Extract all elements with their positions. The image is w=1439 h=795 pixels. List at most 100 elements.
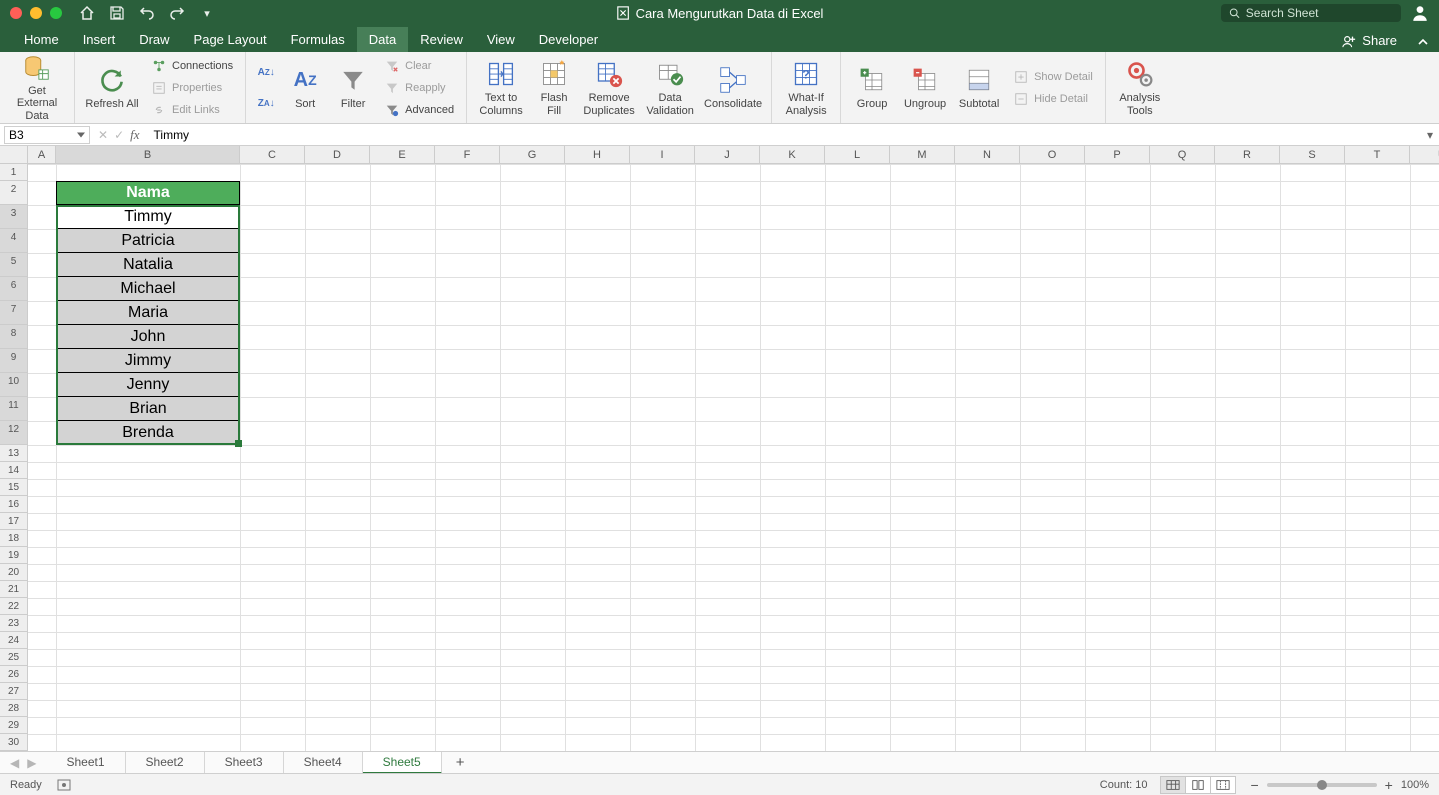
normal-view-button[interactable] xyxy=(1160,776,1186,794)
macro-record-icon[interactable] xyxy=(56,777,72,793)
expand-formula-bar-icon[interactable]: ▾ xyxy=(1421,128,1439,142)
sheet-tab-sheet2[interactable]: Sheet2 xyxy=(126,752,205,774)
cancel-formula-icon[interactable]: ✕ xyxy=(98,128,108,142)
col-header-N[interactable]: N xyxy=(955,146,1020,164)
col-header-F[interactable]: F xyxy=(435,146,500,164)
search-sheet[interactable] xyxy=(1221,4,1401,22)
col-header-H[interactable]: H xyxy=(565,146,630,164)
table-row[interactable]: Brian xyxy=(56,397,240,421)
analysis-tools-button[interactable]: Analysis Tools xyxy=(1114,56,1166,120)
col-header-G[interactable]: G xyxy=(500,146,565,164)
text-to-columns-button[interactable]: Text to Columns xyxy=(475,56,527,120)
sort-desc-button[interactable]: ZA↓ xyxy=(254,93,278,113)
col-header-B[interactable]: B xyxy=(56,146,240,164)
row-header-14[interactable]: 14 xyxy=(0,462,28,479)
row-header-15[interactable]: 15 xyxy=(0,479,28,496)
col-header-O[interactable]: O xyxy=(1020,146,1085,164)
remove-duplicates-button[interactable]: Remove Duplicates xyxy=(581,56,637,120)
account-icon[interactable] xyxy=(1411,4,1429,22)
zoom-slider[interactable] xyxy=(1267,783,1377,787)
table-row[interactable]: Timmy xyxy=(56,205,240,229)
table-row[interactable]: Michael xyxy=(56,277,240,301)
table-row[interactable]: Jimmy xyxy=(56,349,240,373)
table-row[interactable]: Natalia xyxy=(56,253,240,277)
row-header-30[interactable]: 30 xyxy=(0,734,28,751)
table-header[interactable]: Nama xyxy=(56,181,240,205)
row-header-10[interactable]: 10 xyxy=(0,373,28,397)
table-row[interactable]: Jenny xyxy=(56,373,240,397)
ungroup-button[interactable]: Ungroup xyxy=(901,56,949,120)
table-row[interactable]: Brenda xyxy=(56,421,240,445)
row-header-1[interactable]: 1 xyxy=(0,164,28,181)
row-header-20[interactable]: 20 xyxy=(0,564,28,581)
sheet-tab-sheet4[interactable]: Sheet4 xyxy=(284,752,363,774)
refresh-all-button[interactable]: Refresh All xyxy=(83,56,141,120)
sheet-tab-sheet1[interactable]: Sheet1 xyxy=(46,752,125,774)
tab-insert[interactable]: Insert xyxy=(71,27,128,52)
row-header-13[interactable]: 13 xyxy=(0,445,28,462)
col-header-P[interactable]: P xyxy=(1085,146,1150,164)
zoom-out-button[interactable]: − xyxy=(1250,777,1258,793)
row-header-17[interactable]: 17 xyxy=(0,513,28,530)
row-header-29[interactable]: 29 xyxy=(0,717,28,734)
table-row[interactable]: John xyxy=(56,325,240,349)
row-header-18[interactable]: 18 xyxy=(0,530,28,547)
col-header-T[interactable]: T xyxy=(1345,146,1410,164)
row-header-2[interactable]: 2 xyxy=(0,181,28,205)
row-header-11[interactable]: 11 xyxy=(0,397,28,421)
row-header-7[interactable]: 7 xyxy=(0,301,28,325)
table-row[interactable]: Maria xyxy=(56,301,240,325)
tab-review[interactable]: Review xyxy=(408,27,475,52)
table-row[interactable]: Patricia xyxy=(56,229,240,253)
fullscreen-window-button[interactable] xyxy=(50,7,62,19)
row-header-9[interactable]: 9 xyxy=(0,349,28,373)
row-header-5[interactable]: 5 xyxy=(0,253,28,277)
get-external-data-button[interactable]: Get External Data xyxy=(8,56,66,120)
tab-draw[interactable]: Draw xyxy=(127,27,181,52)
cells-area[interactable]: NamaTimmyPatriciaNataliaMichaelMariaJohn… xyxy=(28,164,1439,751)
row-header-3[interactable]: 3 xyxy=(0,205,28,229)
group-button[interactable]: Group xyxy=(849,56,895,120)
connections-button[interactable]: Connections xyxy=(147,56,237,76)
col-header-I[interactable]: I xyxy=(630,146,695,164)
col-header-R[interactable]: R xyxy=(1215,146,1280,164)
what-if-analysis-button[interactable]: ? What-If Analysis xyxy=(780,56,832,120)
collapse-ribbon-icon[interactable] xyxy=(1407,32,1439,52)
subtotal-button[interactable]: Subtotal xyxy=(955,56,1003,120)
minimize-window-button[interactable] xyxy=(30,7,42,19)
tab-formulas[interactable]: Formulas xyxy=(279,27,357,52)
row-header-27[interactable]: 27 xyxy=(0,683,28,700)
flash-fill-button[interactable]: Flash Fill xyxy=(533,56,575,120)
data-validation-button[interactable]: Data Validation xyxy=(643,56,697,120)
tab-page-layout[interactable]: Page Layout xyxy=(182,27,279,52)
formula-input[interactable]: Timmy xyxy=(148,128,1421,142)
sheet-tab-sheet5[interactable]: Sheet5 xyxy=(363,752,442,774)
page-layout-view-button[interactable] xyxy=(1185,776,1211,794)
col-header-U[interactable]: U xyxy=(1410,146,1439,164)
row-headers[interactable]: 1234567891011121314151617181920212223242… xyxy=(0,164,28,751)
row-header-19[interactable]: 19 xyxy=(0,547,28,564)
qat-customize-icon[interactable]: ▾ xyxy=(198,4,216,22)
row-header-25[interactable]: 25 xyxy=(0,649,28,666)
col-header-Q[interactable]: Q xyxy=(1150,146,1215,164)
sort-button[interactable]: AZ Sort xyxy=(284,56,326,120)
tab-developer[interactable]: Developer xyxy=(527,27,610,52)
tab-data[interactable]: Data xyxy=(357,27,408,52)
col-header-K[interactable]: K xyxy=(760,146,825,164)
consolidate-button[interactable]: Consolidate xyxy=(703,56,763,120)
tab-home[interactable]: Home xyxy=(12,27,71,52)
sheet-tab-sheet3[interactable]: Sheet3 xyxy=(205,752,284,774)
row-header-28[interactable]: 28 xyxy=(0,700,28,717)
search-input[interactable] xyxy=(1246,6,1393,20)
row-header-21[interactable]: 21 xyxy=(0,581,28,598)
confirm-formula-icon[interactable]: ✓ xyxy=(114,128,124,142)
col-header-C[interactable]: C xyxy=(240,146,305,164)
row-header-6[interactable]: 6 xyxy=(0,277,28,301)
row-header-22[interactable]: 22 xyxy=(0,598,28,615)
row-header-23[interactable]: 23 xyxy=(0,615,28,632)
tab-view[interactable]: View xyxy=(475,27,527,52)
sort-asc-button[interactable]: AZ↓ xyxy=(254,62,278,82)
col-header-L[interactable]: L xyxy=(825,146,890,164)
close-window-button[interactable] xyxy=(10,7,22,19)
row-header-4[interactable]: 4 xyxy=(0,229,28,253)
